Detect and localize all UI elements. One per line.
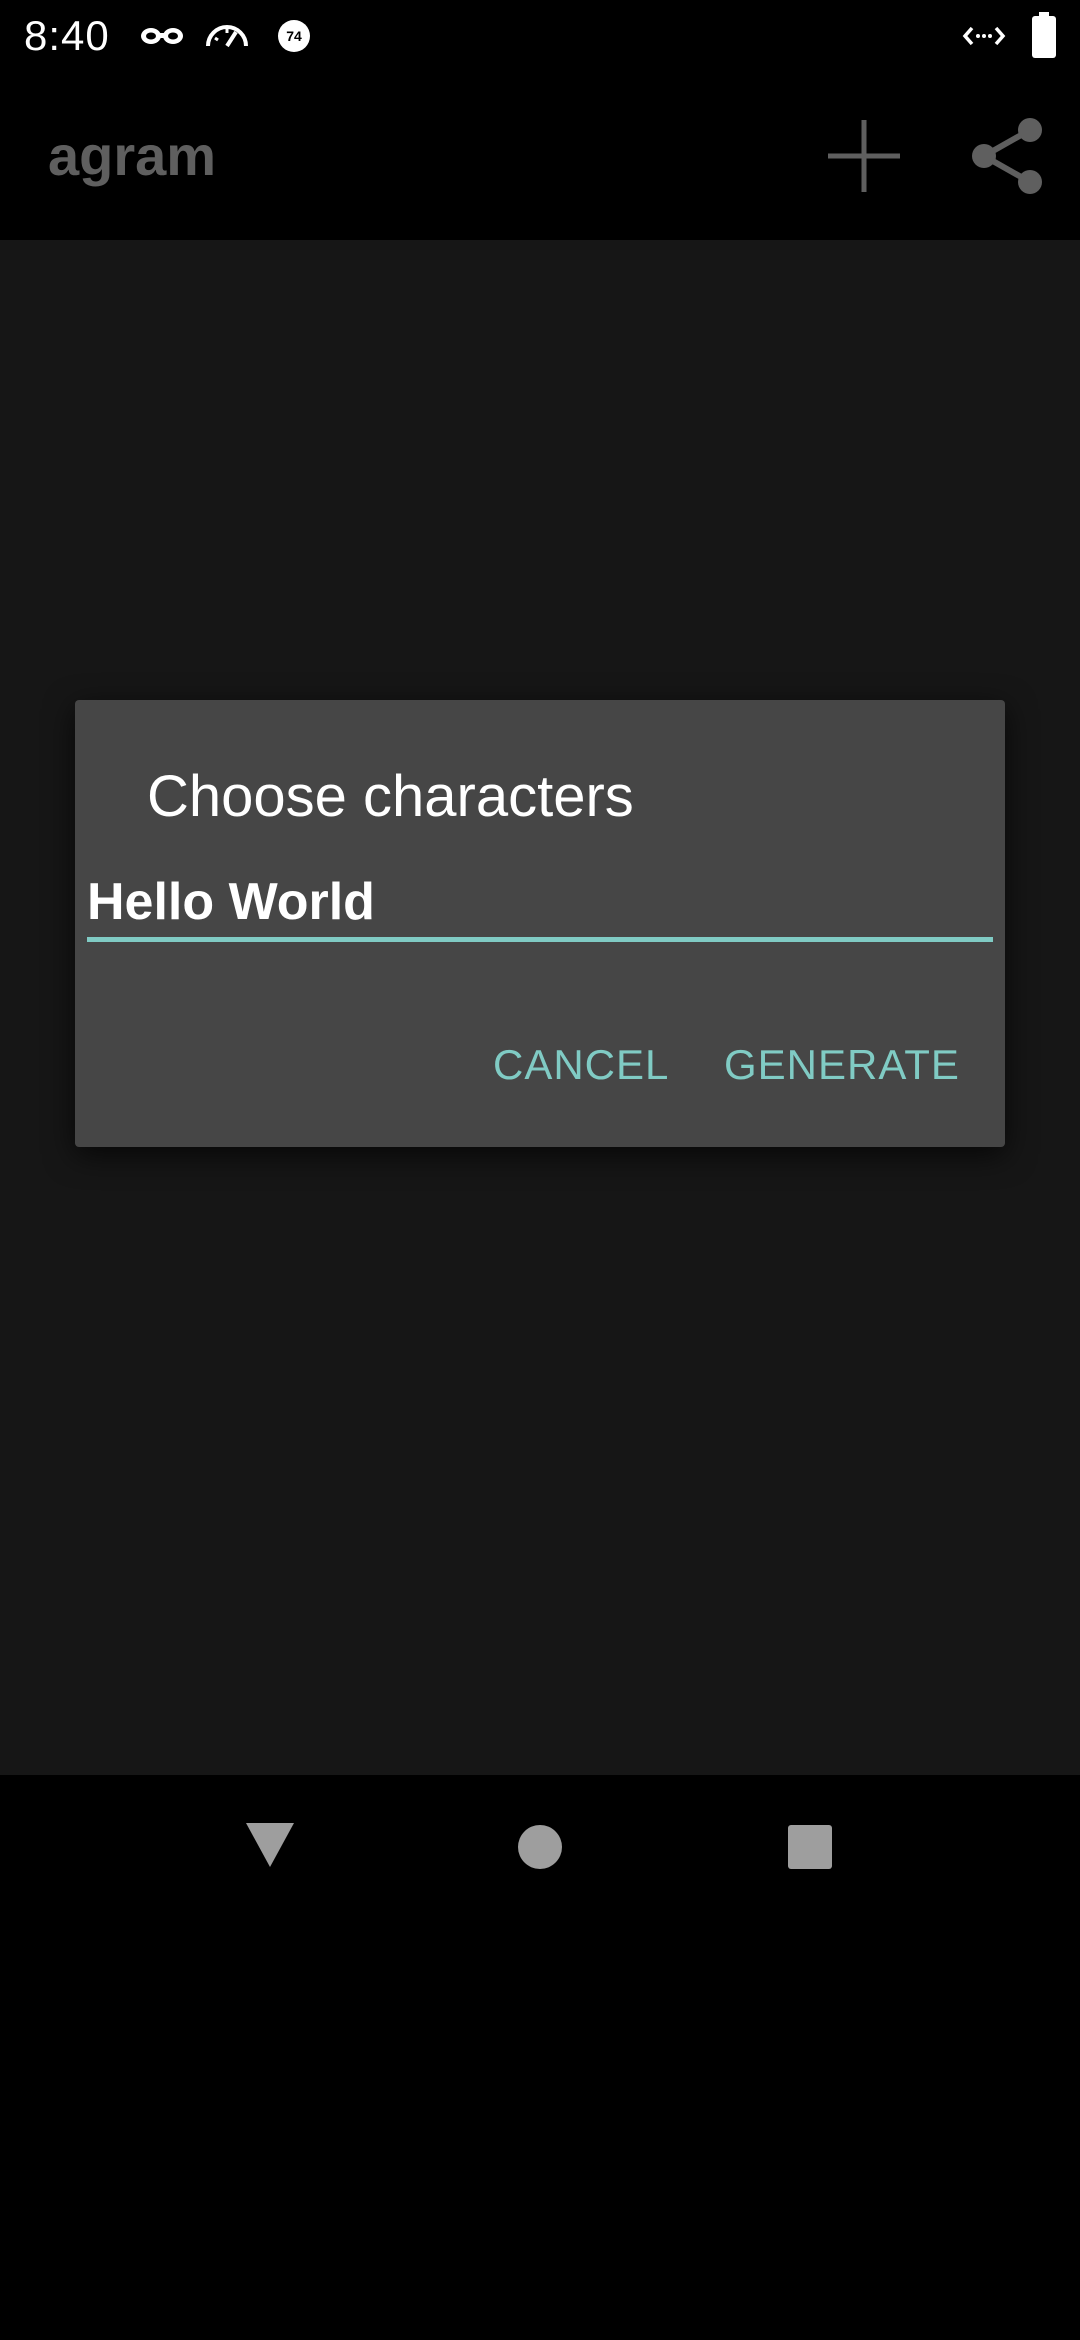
add-icon[interactable] <box>820 112 908 200</box>
share-icon[interactable] <box>964 112 1052 200</box>
badge-74-icon: 74 <box>274 16 314 56</box>
badge-number: 74 <box>286 28 302 44</box>
status-bar: 8:40 74 <box>0 0 1080 72</box>
navigation-bar <box>0 1775 1080 1920</box>
app-bar: agram <box>0 72 1080 240</box>
screen: 8:40 74 agram Choose characters Hello Wo… <box>0 0 1080 2340</box>
home-icon[interactable] <box>508 1815 572 1879</box>
battery-icon <box>1030 12 1058 58</box>
dialog-title: Choose characters <box>147 764 634 829</box>
incognito-icon <box>140 16 184 56</box>
speedometer-icon <box>204 16 250 56</box>
characters-input[interactable]: Hello World <box>87 862 993 942</box>
choose-characters-dialog: Choose characters Hello World CANCEL GEN… <box>75 700 1005 1147</box>
code-brackets-icon <box>962 16 1006 56</box>
status-time: 8:40 <box>24 12 110 59</box>
generate-button[interactable]: GENERATE <box>724 1030 960 1100</box>
recents-icon[interactable] <box>778 1815 842 1879</box>
app-title: agram <box>48 124 217 187</box>
back-icon[interactable] <box>238 1815 302 1879</box>
cancel-button[interactable]: CANCEL <box>493 1030 669 1100</box>
